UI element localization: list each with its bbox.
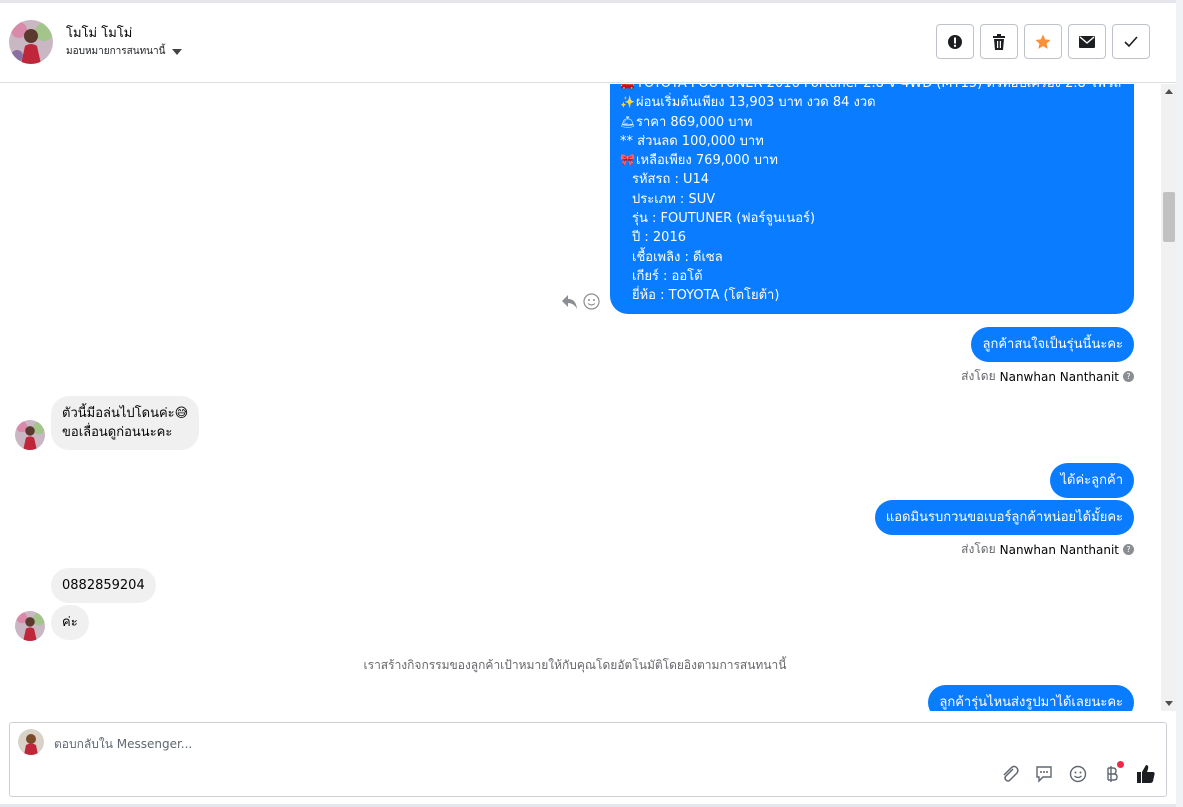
card-line-text: ปี : 2016 [632,230,686,246]
sent-by-prefix: ส่งโดย [961,369,996,383]
notification-dot [1117,761,1124,768]
emoji-reaction-icon[interactable] [583,293,600,310]
sent-by-label: ส่งโดย Nanwhan Nanthanit ? [961,540,1134,559]
message-line: ขอเลื่อนดูก่อนนะคะ [62,425,173,440]
contact-name: โมโม่ โมโม่ [66,26,133,41]
card-line-text: TOYOTA FOUTUNER 2016 Fortuner 2.8 V 4WD … [636,84,1121,91]
trash-icon [993,33,1005,50]
card-line: รหัสรถ : U14 [620,170,1124,189]
header-actions [936,24,1150,59]
reply-composer: ตอบกลับใน Messenger... [9,722,1167,797]
reply-icon[interactable] [561,294,579,310]
product-card-message: 🚗TOYOTA FOUTUNER 2016 Fortuner 2.8 V 4WD… [610,84,1134,314]
reply-input[interactable]: ตอบกลับใน Messenger... [54,735,192,754]
incoming-message: 0882859204 [51,568,156,604]
scroll-up-arrow-icon[interactable] [1165,89,1173,94]
system-note: เราสร้างกิจกรรมของลูกค้าเป้าหมายให้กับคุ… [363,658,787,672]
card-line-emoji: 🚗 [620,84,636,93]
like-button[interactable] [1136,764,1156,784]
sent-by-name[interactable]: Nanwhan Nanthanit [1000,370,1119,384]
scroll-down-arrow-icon[interactable] [1165,701,1173,706]
card-line-text: ยี่ห้อ : TOYOTA (โตโยต้า) [632,288,780,304]
card-line: ✨ผ่อนเริ่มต้นเพียง 13,903 บาท งวด 84 งวด [620,93,1124,112]
assign-label: มอบหมายการสนทนานี้ [66,46,166,57]
outgoing-message: ลูกค้าสนใจเป็นรุ่นนี้นะคะ [971,327,1134,363]
card-line-text: ผ่อนเริ่มต้นเพียง 13,903 บาท งวด 84 งวด [636,95,876,111]
delete-button[interactable] [980,24,1018,59]
card-line-text: รหัสรถ : U14 [632,172,710,188]
card-line-text: ประเภท : SUV [632,191,716,207]
baht-icon [1107,766,1118,782]
message-hover-actions [561,293,600,310]
card-line: 🎀เหลือเพียง 769,000 บาท [620,151,1124,170]
card-line: ** ส่วนลด 100,000 บาท [620,132,1124,151]
payment-button[interactable] [1102,761,1124,784]
card-line: รุ่น : FOUTUNER (ฟอร์จูนเนอร์) [620,209,1124,228]
help-icon[interactable]: ? [1123,544,1134,555]
contact-avatar[interactable] [9,20,53,64]
assign-conversation-dropdown[interactable]: มอบหมายการสนทนานี้ [66,44,183,59]
mark-unread-button[interactable] [1068,24,1106,59]
card-line: 🛎ราคา 869,000 บาท [620,113,1124,132]
message-line: ตัวนี้มีอล่นไปโดนค่ะ😅 [62,406,189,421]
card-line: ประเภท : SUV [620,190,1124,209]
sent-by-prefix: ส่งโดย [961,542,996,556]
card-line: เกียร์ : ออโต้ [620,267,1124,286]
right-edge [1176,0,1183,807]
card-line: ปี : 2016 [620,228,1124,247]
caret-down-icon [172,48,183,55]
star-button[interactable] [1024,24,1062,59]
card-line-emoji: 🎀 [620,153,635,168]
saved-replies-button[interactable] [1034,764,1054,784]
incoming-message: ตัวนี้มีอล่นไปโดนค่ะ😅 ขอเลื่อนดูก่อนนะคะ [51,396,200,450]
outgoing-message: ได้ค่ะลูกค้า [1049,463,1134,499]
mark-done-button[interactable] [1112,24,1150,59]
sent-by-label: ส่งโดย Nanwhan Nanthanit ? [961,367,1134,386]
card-line-text: ** ส่วนลด 100,000 บาท [620,133,764,149]
outgoing-message: ลูกค้ารุ่นไหนส่งรูปมาได้เลยนะคะ [928,685,1134,711]
card-line-text: เชื้อเพลิง : ดีเซล [632,249,723,265]
card-line-emoji: ✨ [620,95,635,110]
attach-icon [1003,765,1019,782]
scrollbar-thumb[interactable] [1163,192,1175,242]
chat-scrollbar[interactable] [1161,84,1176,711]
attach-button[interactable] [1000,764,1020,784]
conversation-header: โมโม่ โมโม่ มอบหมายการสนทนานี้ [0,3,1176,83]
emoji-button[interactable] [1068,764,1088,784]
contact-avatar-small[interactable] [15,420,45,450]
contact-avatar-small[interactable] [15,611,45,641]
sent-by-name[interactable]: Nanwhan Nanthanit [1000,543,1119,557]
incoming-message: ค่ะ [51,605,89,641]
outgoing-message: แอดมินรบกวนขอเบอร์ลูกค้าหน่อยได้มั้ยคะ [874,500,1134,536]
card-line: 🚗TOYOTA FOUTUNER 2016 Fortuner 2.8 V 4WD… [620,84,1124,93]
card-line-text: เกียร์ : ออโต้ [632,268,703,284]
card-line-text: รุ่น : FOUTUNER (ฟอร์จูนเนอร์) [632,211,816,227]
like-icon [1137,765,1155,783]
page-avatar [18,729,44,755]
help-icon[interactable]: ? [1123,371,1134,382]
card-line-text: ราคา 869,000 บาท [636,114,753,130]
composer-tools [1000,761,1156,784]
emoji-icon [1069,765,1087,783]
card-line-text: เหลือเพียง 769,000 บาท [636,153,778,169]
mark-spam-button[interactable] [936,24,974,59]
star-icon [1035,34,1051,49]
inbox-conversation: โมโม่ โมโม่ มอบหมายการสนทนานี้ ✨ผ่อนเริ่… [0,0,1183,807]
card-line: ยี่ห้อ : TOYOTA (โตโยต้า) [620,286,1124,305]
checkmark-icon [1124,35,1138,47]
message-thread[interactable]: 🚗TOYOTA FOUTUNER 2016 Fortuner 2.8 V 4WD… [0,84,1161,711]
card-line-emoji: 🛎 [620,114,636,129]
card-line: เชื้อเพลิง : ดีเซล [620,248,1124,267]
alert-icon [948,34,962,49]
envelope-icon [1079,35,1095,48]
saved-reply-icon [1036,766,1052,783]
